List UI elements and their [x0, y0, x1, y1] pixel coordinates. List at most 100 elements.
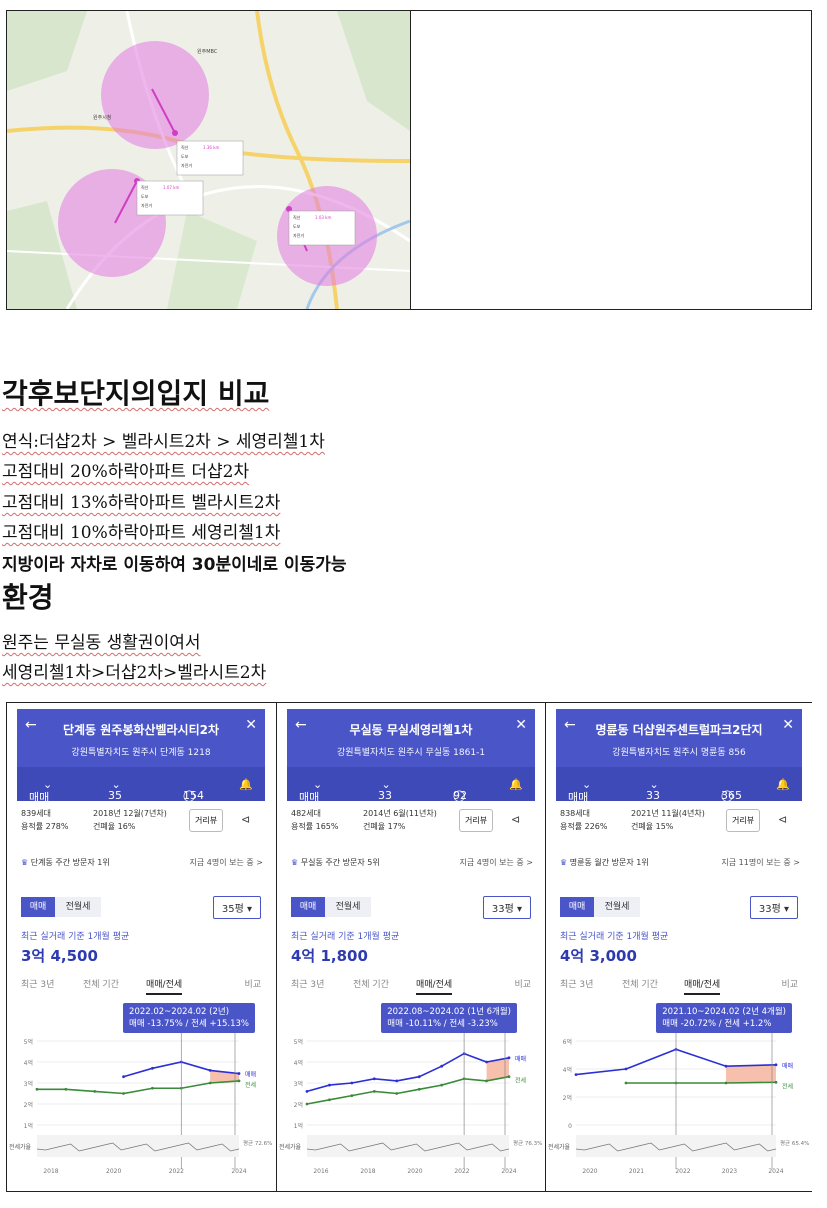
chart-tabs: 최근 3년 전체 기간 매매/전세 비교 [560, 973, 798, 995]
legend-jeonse: 전세 [245, 1081, 256, 1089]
toggle-sale[interactable]: 매매 [21, 897, 55, 917]
sale-point [372, 1077, 376, 1081]
period-tooltip: 2022.02~2024.02 (2년) 매매 -13.75% / 전세 +15.… [123, 1003, 255, 1033]
bell-icon[interactable]: 🔔 [776, 778, 790, 791]
jeonse-line [626, 1081, 777, 1084]
avg-price-caption: 최근 실거래 기준 1개월 평균 [21, 932, 130, 942]
sale-point [350, 1081, 354, 1085]
svg-text:자전거: 자전거 [293, 232, 304, 238]
map-graphic: 직선 1.36 km 도보자전거 직선 1.07 km 도보자전거 직선 1.03 k… [7, 11, 410, 309]
street-view-button[interactable]: 거리뷰 [726, 809, 761, 832]
jeonse-point [122, 1092, 125, 1095]
sale-point [440, 1064, 444, 1068]
street-view-button[interactable]: 거리뷰 [189, 809, 224, 832]
toggle-rent[interactable]: 전월세 [325, 897, 371, 917]
viewing-now-link[interactable]: 지금 4명이 보는 중 > [190, 857, 263, 868]
jeonse-point [35, 1087, 39, 1091]
size-select[interactable]: 33평 ▾ [749, 896, 798, 919]
sale-point [328, 1083, 331, 1087]
jeonse-point [417, 1087, 421, 1091]
x-tick-label: 2020 [106, 1168, 121, 1175]
text-line: 고점대비 13%하락아파트 벨라시트2차 [2, 493, 281, 513]
tab-recent-3y[interactable]: 최근 3년 [291, 977, 324, 990]
toggle-sale[interactable]: 매매 [291, 897, 325, 917]
legend-jeonse: 전세 [782, 1082, 793, 1090]
toggle-rent[interactable]: 전월세 [594, 897, 640, 917]
text-line: 세영리첼1차>더샵2차>벨라시트2차 [2, 663, 267, 683]
y-tick-label: 2억 [563, 1094, 572, 1102]
toggle-rent[interactable]: 전월세 [55, 897, 101, 917]
build-info: 2014년 6월(11년차) 건폐율 17% [363, 809, 437, 831]
x-tick-label: 2018 [43, 1168, 58, 1175]
street-view-button[interactable]: 거리뷰 [459, 809, 494, 832]
trade-type-dropdown[interactable]: 매매 ⌄ [29, 778, 52, 804]
avg-price-caption: 최근 실거래 기준 1개월 평균 [291, 932, 400, 942]
svg-text:직선: 직선 [141, 184, 149, 190]
ratio-value: 평균 76.3% [513, 1140, 542, 1147]
share-icon[interactable]: ⊲ [778, 813, 787, 826]
y-tick-label: 4억 [563, 1066, 572, 1074]
household-info: 482세대 용적률 165% [291, 809, 339, 831]
svg-text:직선: 직선 [293, 214, 301, 220]
tab-compare[interactable]: 비교 [781, 977, 798, 990]
jeonse-point [372, 1090, 376, 1093]
tab-sale-jeonse[interactable]: 매매/전세 [684, 977, 721, 995]
viewing-now-link[interactable]: 지금 11명이 보는 중 > [721, 857, 800, 868]
tab-all-period[interactable]: 전체 기간 [83, 977, 119, 990]
jeonse-point [93, 1090, 97, 1093]
empty-table-cell [411, 11, 811, 309]
svg-text:자전거: 자전거 [141, 202, 152, 208]
sale-point [237, 1072, 241, 1075]
close-icon[interactable]: ✕ [782, 717, 794, 733]
sale-line [306, 1052, 510, 1093]
toggle-sale[interactable]: 매매 [560, 897, 594, 917]
size-dropdown[interactable]: 35평 ⌄ [108, 778, 122, 817]
sale-point [417, 1075, 421, 1079]
x-tick-label: 2016 [313, 1168, 328, 1175]
x-tick-label: 2018 [360, 1168, 375, 1175]
tab-recent-3y[interactable]: 최근 3년 [21, 977, 54, 990]
legend-jeonse: 전세 [515, 1077, 526, 1085]
size-dropdown[interactable]: 33평 ⌄ [378, 778, 392, 817]
visitor-rank: ♛ 명륜동 월간 방문자 1위 [560, 858, 649, 867]
visitor-rank: ♛ 무실동 주간 방문자 5위 [291, 858, 380, 867]
close-icon[interactable]: ✕ [245, 717, 257, 733]
sale-point [485, 1060, 488, 1064]
apartment-title: 단계동 원주봉화산벨라시티2차 [62, 723, 220, 737]
svg-text:1.07 km: 1.07 km [163, 185, 179, 190]
visitor-rank: ♛ 단계동 주간 방문자 1위 [21, 858, 110, 867]
sale-point [208, 1069, 212, 1072]
sale-point [122, 1075, 125, 1079]
close-icon[interactable]: ✕ [515, 717, 527, 733]
tab-compare[interactable]: 비교 [514, 977, 531, 990]
tab-compare[interactable]: 비교 [244, 977, 261, 990]
tab-sale-jeonse[interactable]: 매매/전세 [146, 977, 183, 995]
bell-icon[interactable]: 🔔 [239, 778, 253, 791]
tab-all-period[interactable]: 전체 기간 [622, 977, 658, 990]
household-info: 839세대 용적률 278% [21, 809, 69, 831]
size-dropdown[interactable]: 33평 ⌄ [646, 778, 660, 817]
sale-point [395, 1079, 399, 1083]
trade-type-dropdown[interactable]: 매매 ⌄ [568, 778, 591, 804]
ratio-value: 평균 72.6% [243, 1140, 272, 1147]
size-select[interactable]: 33평 ▾ [482, 896, 531, 919]
chart-tabs: 최근 3년 전체 기간 매매/전세 비교 [291, 973, 531, 995]
svg-text:1.36 km: 1.36 km [203, 145, 219, 150]
share-icon[interactable]: ⊲ [511, 813, 520, 826]
bell-icon[interactable]: 🔔 [509, 778, 523, 791]
avg-price: 3억 4,500 [21, 947, 98, 965]
sale-point [774, 1063, 778, 1067]
share-icon[interactable]: ⊲ [241, 813, 250, 826]
y-tick-label: 2억 [24, 1101, 33, 1109]
viewing-now-link[interactable]: 지금 4명이 보는 중 > [460, 857, 533, 868]
trade-type-dropdown[interactable]: 매매 ⌄ [299, 778, 322, 804]
tab-sale-jeonse[interactable]: 매매/전세 [416, 977, 453, 995]
x-tick-label: 2022 [169, 1168, 184, 1175]
size-select[interactable]: 35평 ▾ [212, 896, 261, 919]
jeonse-point [151, 1086, 154, 1090]
tab-recent-3y[interactable]: 최근 3년 [560, 977, 593, 990]
ratio-label: 전세가율 [548, 1143, 571, 1151]
legend-sale: 매매 [515, 1055, 526, 1063]
apartment-panel: ← 무실동 무실세영리첼1차 ✕ 강원특별자치도 원주시 무실동 1861-1 … [276, 703, 545, 1191]
tab-all-period[interactable]: 전체 기간 [353, 977, 389, 990]
